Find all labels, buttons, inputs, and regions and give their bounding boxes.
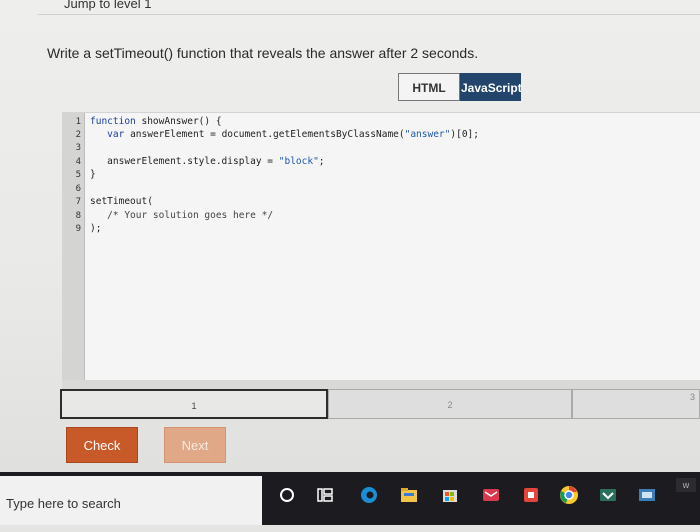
code-line-1: function showAnswer() { xyxy=(90,116,222,127)
line-number: 3 xyxy=(75,143,81,153)
line-number-gutter: 1 2 3 4 5 6 7 8 9 xyxy=(62,113,85,381)
tab-javascript[interactable]: JavaScript xyxy=(460,73,522,101)
line-number: 9 xyxy=(75,224,81,234)
task-view-icon[interactable] xyxy=(314,484,336,506)
line-number: 2 xyxy=(75,130,81,140)
line-number: 6 xyxy=(75,184,81,194)
line-number: 7 xyxy=(75,197,81,207)
progress-step-3[interactable]: 3 xyxy=(572,389,700,419)
store-icon[interactable] xyxy=(439,484,461,506)
divider xyxy=(38,14,700,15)
code-line-4: answerElement.style.display = "block"; xyxy=(90,156,325,167)
vpn-icon[interactable] xyxy=(597,484,619,506)
notification-icon[interactable]: W xyxy=(676,478,696,492)
line-number: 8 xyxy=(75,211,81,221)
svg-text:W: W xyxy=(683,482,690,490)
progress-step-2[interactable]: 2 xyxy=(328,389,572,419)
level-progress: 1 2 3 xyxy=(60,389,700,419)
code-line-9: ); xyxy=(90,223,102,234)
progress-step-1[interactable]: 1 xyxy=(60,389,328,419)
code-line-7: setTimeout( xyxy=(90,196,153,207)
taskbar-search-box[interactable]: Type here to search xyxy=(0,476,262,525)
file-explorer-icon[interactable] xyxy=(398,484,420,506)
tab-html[interactable]: HTML xyxy=(398,73,460,101)
edge-icon[interactable] xyxy=(358,484,380,506)
code-line-2: var answerElement = document.getElements… xyxy=(107,129,479,140)
code-line-8: /* Your solution goes here */ xyxy=(107,210,274,221)
language-tabs: HTML JavaScript xyxy=(398,73,522,101)
code-editor[interactable]: 1 2 3 4 5 6 7 8 9 function showAnswer() … xyxy=(62,112,700,381)
cortana-circle-icon[interactable] xyxy=(276,484,298,506)
line-number: 5 xyxy=(75,170,81,180)
code-line-5: } xyxy=(90,169,96,180)
mail-icon[interactable] xyxy=(480,484,502,506)
question-prompt: Write a setTimeout() function that revea… xyxy=(47,45,479,61)
jump-to-level-link[interactable]: Jump to level 1 xyxy=(64,0,151,11)
office-icon[interactable] xyxy=(520,484,542,506)
line-number: 1 xyxy=(75,117,81,127)
chrome-icon[interactable] xyxy=(558,484,580,506)
next-button[interactable]: Next xyxy=(164,427,226,463)
line-number: 4 xyxy=(75,157,81,167)
tray-app-icon[interactable] xyxy=(636,484,658,506)
check-button[interactable]: Check xyxy=(66,427,138,463)
